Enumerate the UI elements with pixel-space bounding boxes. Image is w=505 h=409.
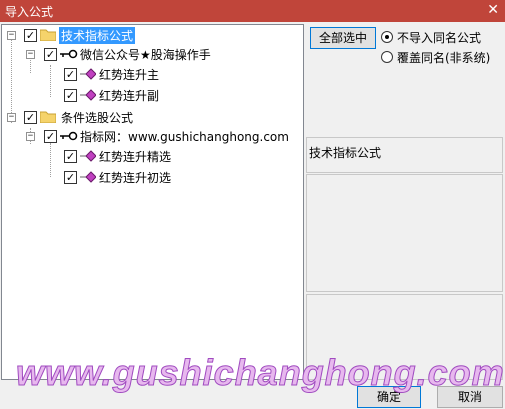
close-icon[interactable]: ✕: [487, 2, 499, 18]
tree-item-label[interactable]: 红势连升副: [99, 87, 159, 104]
formula-tree[interactable]: − ✓ 技术指标公式 − ✓ 微信公众号★股海操作手 ✓ 红势连升主 ✓ 红势连…: [1, 24, 304, 380]
checkbox-checked[interactable]: ✓: [64, 68, 77, 81]
checkbox-checked[interactable]: ✓: [24, 111, 37, 124]
radio-overwrite-same-label[interactable]: 覆盖同名(非系统): [397, 49, 490, 66]
radio-overwrite-same[interactable]: [381, 51, 393, 63]
tree-item-label[interactable]: 红势连升初选: [99, 169, 171, 186]
tree-item-label[interactable]: 红势连升精选: [99, 148, 171, 165]
checkbox-checked[interactable]: ✓: [24, 29, 37, 42]
folder-icon: [40, 29, 56, 41]
collapse-toggle-icon[interactable]: −: [26, 50, 35, 59]
checkbox-checked[interactable]: ✓: [44, 48, 57, 61]
checkbox-checked[interactable]: ✓: [44, 130, 57, 143]
collapse-toggle-icon[interactable]: −: [26, 132, 35, 141]
tree-item-label[interactable]: 红势连升主: [99, 66, 159, 83]
tree-subgroup-label[interactable]: 指标网：www.gushichanghong.com: [80, 128, 289, 145]
checkbox-checked[interactable]: ✓: [64, 89, 77, 102]
collapse-toggle-icon[interactable]: −: [7, 113, 16, 122]
tree-subgroup-wechat[interactable]: − ✓ 微信公众号★股海操作手: [2, 45, 262, 63]
checkbox-checked[interactable]: ✓: [64, 171, 77, 184]
checkbox-checked[interactable]: ✓: [64, 150, 77, 163]
formula-diamond-icon: [80, 68, 96, 80]
tree-subgroup-label[interactable]: 微信公众号★股海操作手: [80, 46, 211, 63]
formula-diamond-icon: [80, 150, 96, 162]
ok-button[interactable]: 确定: [357, 386, 421, 408]
tree-item[interactable]: ✓ 红势连升副: [2, 86, 202, 104]
tree-item[interactable]: ✓ 红势连升初选: [2, 168, 202, 186]
folder-icon: [40, 111, 56, 123]
tree-item[interactable]: ✓ 红势连升精选: [2, 147, 202, 165]
tree-group-label[interactable]: 技术指标公式: [59, 27, 136, 44]
select-all-button[interactable]: 全部选中: [310, 27, 376, 49]
tree-group-technical[interactable]: − ✓ 技术指标公式: [2, 26, 202, 44]
window-title: 导入公式: [5, 5, 54, 19]
tree-group-screening[interactable]: − ✓ 条件选股公式: [2, 108, 202, 126]
preview-title: 技术指标公式: [309, 146, 382, 160]
formula-diamond-icon: [80, 89, 96, 101]
key-icon: [60, 49, 78, 59]
collapse-toggle-icon[interactable]: −: [7, 31, 16, 40]
tree-item[interactable]: ✓ 红势连升主: [2, 65, 202, 83]
cancel-button[interactable]: 取消: [437, 386, 503, 408]
preview-formula-panel: [306, 294, 503, 380]
formula-diamond-icon: [80, 171, 96, 183]
radio-no-import-same[interactable]: [381, 31, 393, 43]
key-icon: [60, 131, 78, 141]
radio-no-import-same-label[interactable]: 不导入同名公式: [397, 29, 481, 46]
tree-group-label[interactable]: 条件选股公式: [61, 109, 133, 126]
tree-subgroup-site[interactable]: − ✓ 指标网：www.gushichanghong.com: [2, 127, 302, 145]
preview-description-panel: [306, 174, 503, 292]
title-bar: 导入公式 ✕: [0, 0, 505, 22]
